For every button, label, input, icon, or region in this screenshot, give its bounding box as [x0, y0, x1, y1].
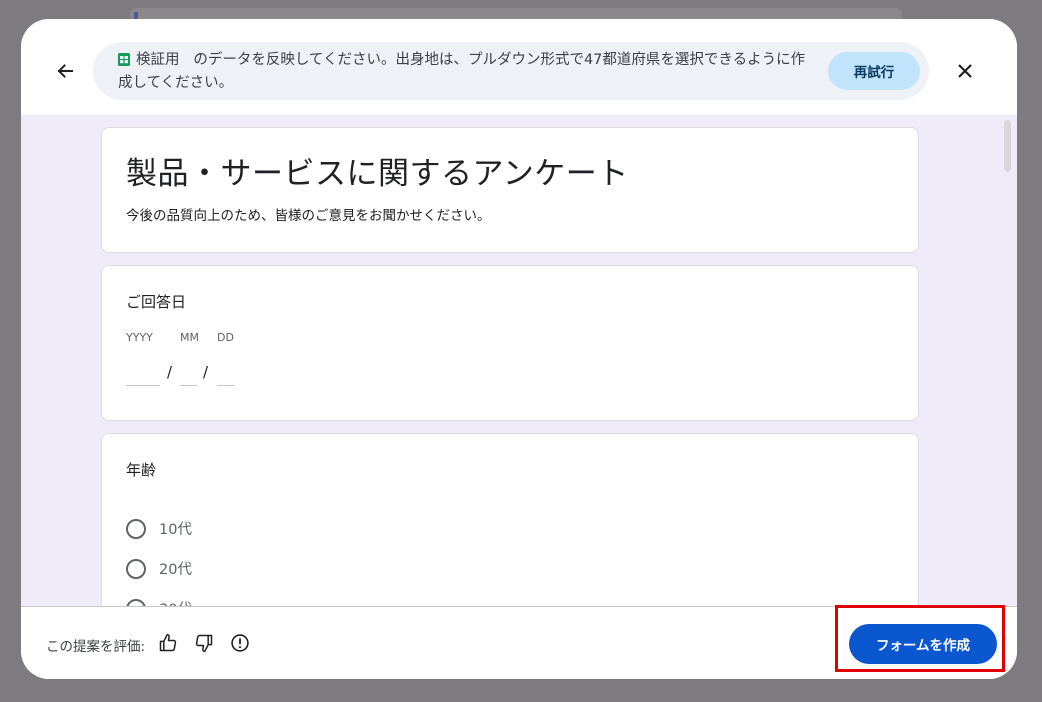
form-title-card: 製品・サービスに関するアンケート 今後の品質向上のため、皆様のご意見をお聞かせく…	[101, 127, 919, 253]
year-input[interactable]	[126, 385, 160, 386]
form-description: 今後の品質向上のため、皆様のご意見をお聞かせください。	[126, 208, 491, 224]
thumbs-down-button[interactable]	[192, 631, 216, 655]
close-button[interactable]	[949, 55, 981, 87]
thumbs-up-button[interactable]	[156, 631, 180, 655]
date-separator: /	[203, 363, 209, 381]
question-label: ご回答日	[126, 293, 187, 311]
radio-option[interactable]: 10代	[126, 518, 192, 539]
thumbs-up-icon	[159, 633, 177, 652]
radio-option[interactable]: 30代	[126, 598, 192, 606]
radio-circle[interactable]	[126, 518, 146, 539]
rate-suggestion-label: この提案を評価:	[46, 639, 146, 655]
sheets-icon	[118, 53, 130, 66]
form-preview[interactable]: 製品・サービスに関するアンケート 今後の品質向上のため、皆様のご意見をお聞かせく…	[21, 115, 1017, 606]
source-file-name[interactable]: 検証用	[136, 52, 180, 68]
radio-circle[interactable]	[126, 558, 146, 579]
form-title: 製品・サービスに関するアンケート	[126, 156, 629, 192]
date-separator: /	[167, 363, 173, 381]
radio-label: 10代	[159, 522, 192, 538]
question-label: 年齢	[126, 461, 157, 479]
arrow-left-icon	[57, 64, 73, 78]
age-question-card: 年齢 10代 20代 30代	[101, 433, 919, 606]
prompt-body: のデータを反映してください。出身地は、プルダウン形式で47都道府県を選択できるよ…	[118, 52, 806, 91]
day-input[interactable]	[217, 385, 235, 386]
thumbs-down-icon	[195, 634, 213, 653]
month-label: MM	[180, 331, 199, 344]
year-label: YYYY	[126, 331, 153, 344]
dialog-footer: この提案を評価: フォームを作成	[21, 606, 1017, 679]
day-label: DD	[217, 331, 234, 344]
radio-option[interactable]: 20代	[126, 558, 192, 579]
back-button[interactable]	[49, 55, 81, 87]
create-form-button[interactable]: フォームを作成	[849, 624, 997, 664]
prompt-bubble: 検証用 のデータを反映してください。出身地は、プルダウン形式で47都道府県を選択…	[93, 42, 929, 100]
date-question-card: ご回答日 YYYY MM DD / /	[101, 265, 919, 421]
alert-circle-icon	[231, 634, 249, 652]
radio-circle[interactable]	[126, 598, 146, 606]
scrollbar-thumb[interactable]	[1004, 120, 1011, 172]
report-button[interactable]	[228, 631, 252, 655]
month-input[interactable]	[180, 385, 197, 386]
radio-label: 30代	[159, 598, 192, 606]
generate-form-dialog: 検証用 のデータを反映してください。出身地は、プルダウン形式で47都道府県を選択…	[21, 19, 1017, 679]
prompt-text: 検証用 のデータを反映してください。出身地は、プルダウン形式で47都道府県を選択…	[118, 49, 818, 95]
close-icon	[958, 64, 972, 78]
radio-label: 20代	[159, 562, 192, 578]
dialog-header: 検証用 のデータを反映してください。出身地は、プルダウン形式で47都道府県を選択…	[21, 19, 1017, 115]
retry-button[interactable]: 再試行	[828, 52, 920, 90]
